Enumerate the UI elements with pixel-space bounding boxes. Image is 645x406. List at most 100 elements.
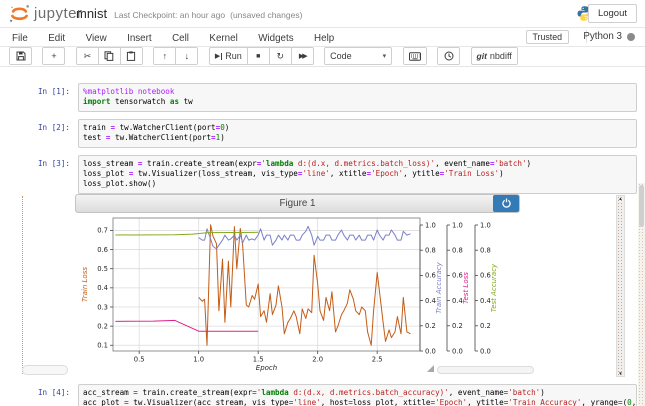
- power-icon: [501, 198, 511, 209]
- interrupt-kernel-button[interactable]: ■: [246, 47, 270, 65]
- menu-help[interactable]: Help: [314, 30, 334, 48]
- copy-icon: [104, 51, 114, 61]
- svg-text:0.8: 0.8: [480, 246, 491, 254]
- command-palette-button[interactable]: [402, 47, 427, 65]
- svg-text:0.2: 0.2: [480, 322, 491, 330]
- add-cell-button[interactable]: +: [42, 47, 66, 65]
- svg-text:0.0: 0.0: [452, 347, 463, 355]
- output-horizontal-scrollbar-left[interactable]: [22, 364, 68, 375]
- svg-text:0.0: 0.0: [425, 347, 436, 355]
- svg-text:0.5: 0.5: [97, 265, 108, 273]
- svg-text:2.5: 2.5: [372, 355, 383, 363]
- code-cell-2: In [2]: train = tw.WatcherClient(port=0)…: [0, 118, 645, 148]
- title-group: mnist Last Checkpoint: an hour ago (unsa…: [76, 6, 302, 21]
- code-input[interactable]: acc_stream = train.create_stream(expr='l…: [78, 383, 637, 406]
- page-scrollbar-thumb[interactable]: [639, 185, 644, 227]
- code-cell-1: In [1]: %matplotlib notebook import tens…: [0, 83, 645, 112]
- git-icon: git: [476, 51, 487, 61]
- svg-text:2.0: 2.0: [312, 355, 323, 363]
- code-line: loss_plot = tw.Visualizer(loss_stream, v…: [83, 169, 504, 179]
- svg-text:1.0: 1.0: [480, 221, 491, 229]
- menu-edit[interactable]: Edit: [48, 30, 65, 48]
- scroll-up-icon[interactable]: ▲: [617, 196, 624, 201]
- restart-run-all-button[interactable]: ▶▶: [290, 47, 314, 65]
- output-horizontal-scrollbar[interactable]: [437, 365, 534, 374]
- svg-text:0.2: 0.2: [425, 322, 436, 330]
- svg-text:0.2: 0.2: [452, 322, 463, 330]
- save-icon: [16, 51, 25, 61]
- svg-text:Epoch: Epoch: [256, 364, 277, 372]
- cut-cell-button[interactable]: ✂: [75, 47, 99, 65]
- run-label: Run: [225, 51, 242, 61]
- move-cell-down-button[interactable]: ↓: [175, 47, 199, 65]
- menu-widgets[interactable]: Widgets: [258, 30, 293, 48]
- cell-type-value: Code: [330, 51, 352, 61]
- code-input[interactable]: loss_stream = train.create_stream(expr='…: [78, 154, 637, 194]
- notebook-title[interactable]: mnist: [76, 6, 107, 21]
- svg-text:0.1: 0.1: [97, 341, 108, 349]
- code-input[interactable]: %matplotlib notebook import tensorwatch …: [78, 83, 637, 112]
- keyboard-icon: [408, 51, 421, 61]
- code-line: train = tw.WatcherClient(port=0): [83, 122, 230, 132]
- menu-cell[interactable]: Cell: [172, 30, 189, 48]
- jupyter-logo-icon: [10, 4, 29, 22]
- trusted-badge[interactable]: Trusted: [525, 30, 569, 44]
- jupyter-logo[interactable]: jupyter: [8, 2, 83, 25]
- svg-text:0.5: 0.5: [134, 355, 145, 363]
- code-cell-4: In [4]: acc_stream = train.create_stream…: [0, 383, 645, 406]
- code-input[interactable]: train = tw.WatcherClient(port=0) test = …: [78, 118, 637, 148]
- logout-button[interactable]: Logout: [587, 4, 637, 23]
- arrow-up-icon: ↑: [162, 50, 168, 61]
- input-prompt: In [1]:: [37, 87, 70, 96]
- stop-icon: ■: [256, 52, 261, 60]
- cell-type-dropdown[interactable]: Code ▾: [324, 47, 393, 65]
- code-line: test = tw.WatcherClient(port=1): [83, 133, 225, 143]
- svg-text:0.8: 0.8: [425, 246, 436, 254]
- nbdiff-button[interactable]: git nbdiff: [470, 47, 518, 65]
- paste-cell-button[interactable]: [119, 47, 143, 65]
- notebook-area: In [1]: %matplotlib notebook import tens…: [0, 67, 645, 406]
- menu-view[interactable]: View: [86, 30, 107, 48]
- code-line: loss_stream = train.create_stream(expr='…: [83, 158, 532, 168]
- code-line: acc_plot = tw.Visualizer(acc_stream, vis…: [83, 398, 637, 406]
- stop-interaction-button[interactable]: [493, 194, 519, 212]
- menu-insert[interactable]: Insert: [127, 30, 152, 48]
- toolbar: + ✂ ↑ ↓ ▶ Run ■ ↻ ▶▶ Code ▾ git nbdiff: [0, 47, 645, 67]
- svg-text:1.0: 1.0: [425, 221, 436, 229]
- save-button[interactable]: [9, 47, 32, 65]
- code-line: acc_stream = train.create_stream(expr='l…: [83, 387, 545, 397]
- move-cell-up-button[interactable]: ↑: [153, 47, 177, 65]
- svg-text:1.0: 1.0: [452, 221, 463, 229]
- figure-resize-handle[interactable]: [427, 364, 434, 372]
- clock-icon: [444, 51, 454, 61]
- menu-kernel[interactable]: Kernel: [209, 30, 237, 48]
- svg-text:Train Loss: Train Loss: [81, 267, 89, 302]
- svg-text:0.7: 0.7: [97, 227, 108, 235]
- clipboard-icon: [127, 51, 136, 61]
- kernel-indicator: Python 3: [583, 28, 635, 46]
- copy-cell-button[interactable]: [97, 47, 121, 65]
- output-vertical-scrollbar[interactable]: ▲ ▼: [616, 194, 625, 377]
- nbdiff-label: nbdiff: [489, 51, 512, 61]
- kernel-status-icon: [627, 33, 635, 41]
- menu-file[interactable]: File: [12, 30, 28, 48]
- add-icon: +: [51, 50, 57, 61]
- restart-kernel-button[interactable]: ↻: [268, 47, 292, 65]
- figure-title: Figure 1: [279, 197, 316, 209]
- svg-text:Test Accuracy: Test Accuracy: [490, 263, 498, 312]
- svg-text:0.2: 0.2: [97, 322, 108, 330]
- svg-text:0.8: 0.8: [452, 246, 463, 254]
- menubar: File Edit View Insert Cell Kernel Widget…: [0, 28, 645, 47]
- line-chart: 0.1 0.2 0.3 0.4 0.5 0.6 0.7 Train Loss 0.5 1.0 1.5…: [81, 217, 498, 372]
- figure-canvas[interactable]: 0.1 0.2 0.3 0.4 0.5 0.6 0.7 Train Loss 0.5 1.0 1.5…: [75, 212, 610, 373]
- chevron-down-icon: ▾: [382, 53, 387, 60]
- page-scrollbar[interactable]: [638, 183, 645, 406]
- header: jupyter mnist Last Checkpoint: an hour a…: [0, 0, 645, 28]
- step-bar-icon: [221, 52, 223, 60]
- svg-text:0.6: 0.6: [97, 246, 108, 254]
- figure-titlebar[interactable]: Figure 1: [75, 193, 520, 213]
- run-cell-button[interactable]: ▶ Run: [208, 47, 248, 65]
- scroll-down-icon[interactable]: ▼: [617, 371, 624, 376]
- history-button[interactable]: [437, 47, 461, 65]
- arrow-down-icon: ↓: [184, 50, 190, 61]
